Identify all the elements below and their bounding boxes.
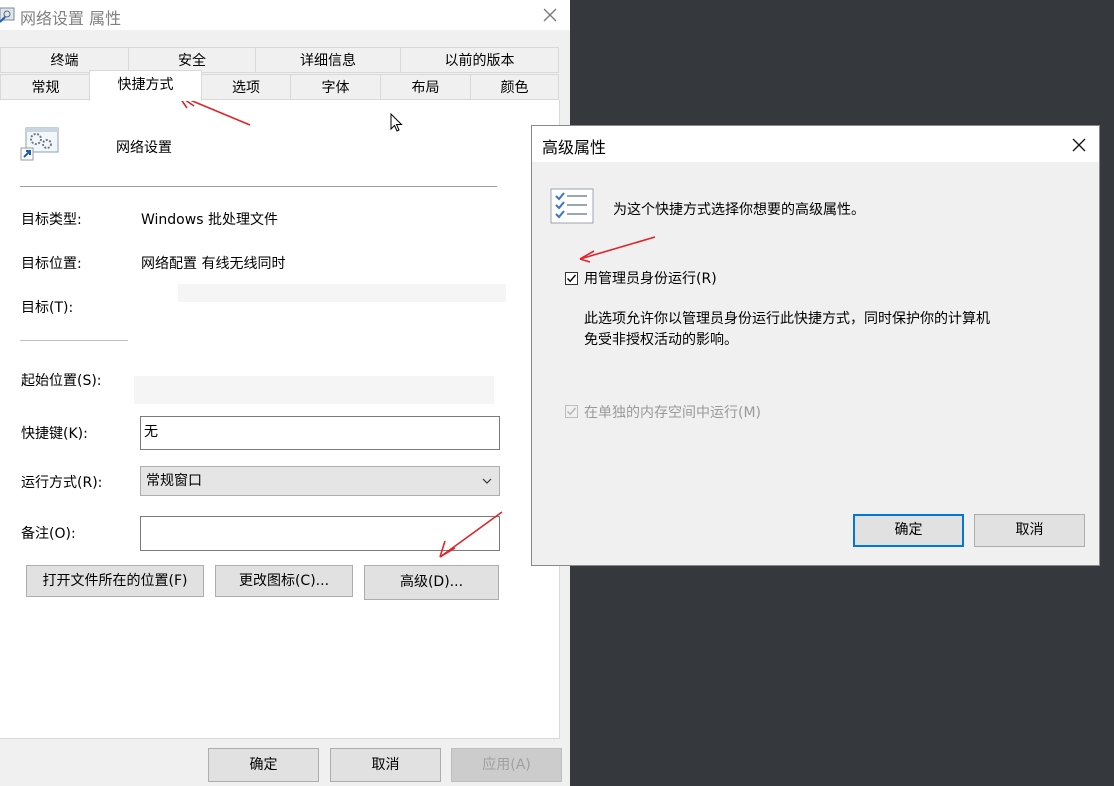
comment-label: 备注(O): [21,526,76,542]
run-as-admin-checkbox[interactable] [565,272,578,285]
advanced-button[interactable]: 高级(D)... [364,565,499,600]
run-select-value: 常规窗口 [146,473,202,489]
tab-colors[interactable]: 颜色 [470,74,559,100]
tab-layout[interactable]: 布局 [380,74,471,100]
run-as-admin-label[interactable]: 用管理员身份运行(R) [584,268,717,288]
comment-input[interactable] [140,516,500,551]
target-type-label: 目标类型: [21,212,82,228]
open-file-location-button[interactable]: 打开文件所在的位置(F) [26,565,204,597]
close-icon[interactable] [540,5,560,25]
target-field[interactable] [178,284,506,302]
checklist-icon [550,188,594,228]
dialog-title: 高级属性 [542,138,607,157]
properties-window: 网络设置 属性 终端 安全 详细信息 以前的版本 常规 快捷方式 选项 字体 布… [0,0,570,786]
target-location-value: 网络配置 有线无线同时 [141,256,286,272]
close-icon[interactable] [1069,135,1089,155]
target-location-label: 目标位置: [21,256,82,272]
dialog-title-bar: 高级属性 [532,126,1099,162]
tab-general[interactable]: 常规 [0,74,91,100]
shortcut-app-icon [0,6,16,24]
title-bar: 网络设置 属性 [0,0,570,30]
tab-details[interactable]: 详细信息 [255,47,401,73]
hotkey-input[interactable]: 无 [140,416,500,450]
tab-previous-versions[interactable]: 以前的版本 [400,47,559,73]
separate-memory-label: 在单独的内存空间中运行(M) [584,405,762,421]
change-icon-button[interactable]: 更改图标(C)... [215,565,353,597]
chevron-down-icon [481,468,493,504]
start-in-field[interactable] [134,376,494,404]
dialog-description: 为这个快捷方式选择你想要的高级属性。 [613,202,865,218]
run-label: 运行方式(R): [21,475,103,491]
tab-font[interactable]: 字体 [290,74,381,100]
separate-memory-checkbox[interactable] [565,405,578,418]
shortcut-file-icon [20,126,62,166]
shortcut-name: 网络设置 [116,140,172,156]
separator [20,186,497,187]
hotkey-label: 快捷键(K): [21,426,88,442]
explanation-line-2: 免受非授权活动的影响。 [584,332,738,348]
advanced-properties-dialog: 高级属性 为这个快捷方式选择你想要的高级属性。 用管理员身份运行(R) 此选项允… [531,125,1100,566]
window-title: 网络设置 属性 [20,9,122,28]
dialog-ok-button[interactable]: 确定 [853,514,964,547]
target-type-value: Windows 批处理文件 [141,212,278,228]
cancel-button[interactable]: 取消 [330,748,441,782]
shortcut-tab-panel: 网络设置 目标类型: Windows 批处理文件 目标位置: 网络配置 有线无线… [0,100,560,739]
start-in-label: 起始位置(S): [21,373,102,389]
ok-button[interactable]: 确定 [208,748,319,782]
explanation-line-1: 此选项允许你以管理员身份运行此快捷方式，同时保护你的计算机 [584,311,990,327]
mouse-cursor-icon [390,112,404,137]
tab-options[interactable]: 选项 [201,74,291,100]
dialog-cancel-button[interactable]: 取消 [974,514,1085,547]
target-label: 目标(T): [21,300,74,316]
tab-shortcut[interactable]: 快捷方式 [89,70,202,101]
run-select[interactable]: 常规窗口 [140,466,500,496]
separator [20,340,128,341]
apply-button[interactable]: 应用(A) [451,748,562,782]
